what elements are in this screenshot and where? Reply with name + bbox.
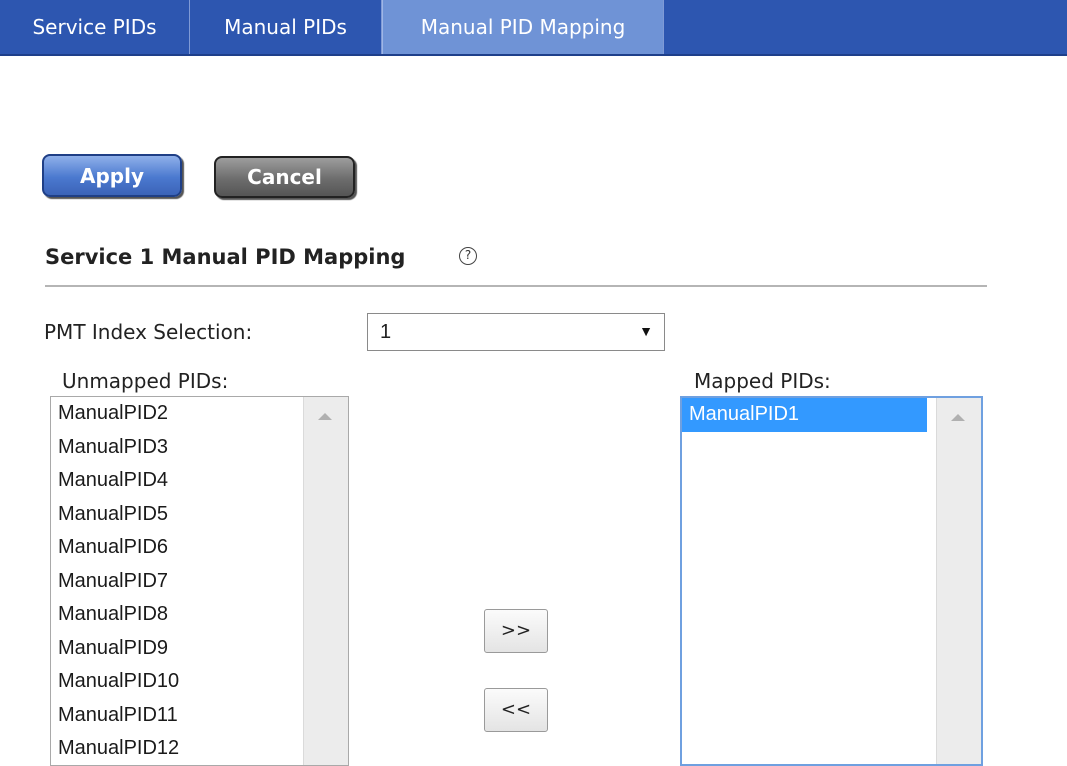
- list-item[interactable]: ManualPID9: [51, 632, 304, 666]
- unmapped-scrollbar[interactable]: [303, 397, 348, 765]
- cancel-button[interactable]: Cancel: [214, 156, 355, 198]
- section-title: Service 1 Manual PID Mapping: [45, 245, 406, 269]
- unmapped-pids-list[interactable]: ManualPID2 ManualPID3 ManualPID4 ManualP…: [50, 396, 349, 766]
- mapped-pids-list[interactable]: ManualPID1: [680, 396, 983, 766]
- pmt-index-label: PMT Index Selection:: [44, 320, 253, 344]
- list-item[interactable]: ManualPID10: [51, 665, 304, 699]
- list-item[interactable]: ManualPID8: [51, 598, 304, 632]
- list-item[interactable]: ManualPID12: [51, 732, 304, 765]
- list-item[interactable]: ManualPID5: [51, 498, 304, 532]
- move-right-button[interactable]: >>: [484, 609, 548, 653]
- list-item[interactable]: ManualPID2: [51, 397, 304, 431]
- mapped-pids-label: Mapped PIDs:: [694, 369, 831, 393]
- list-item[interactable]: ManualPID11: [51, 699, 304, 733]
- list-item[interactable]: ManualPID6: [51, 531, 304, 565]
- tab-manual-pids[interactable]: Manual PIDs: [190, 0, 382, 54]
- unmapped-pids-label: Unmapped PIDs:: [62, 369, 229, 393]
- list-item[interactable]: ManualPID1: [682, 398, 927, 432]
- list-item[interactable]: ManualPID7: [51, 565, 304, 599]
- pmt-index-select[interactable]: 1 ▼: [367, 313, 665, 351]
- section-divider: [45, 285, 987, 287]
- pmt-index-value: 1: [380, 321, 392, 343]
- dropdown-arrow-icon: ▼: [639, 323, 653, 339]
- help-icon[interactable]: ?: [459, 247, 477, 265]
- list-item[interactable]: ManualPID4: [51, 464, 304, 498]
- tab-manual-pid-mapping[interactable]: Manual PID Mapping: [382, 0, 664, 54]
- tab-service-pids[interactable]: Service PIDs: [0, 0, 190, 54]
- mapped-scrollbar[interactable]: [936, 398, 981, 764]
- apply-button[interactable]: Apply: [42, 154, 182, 197]
- move-left-button[interactable]: <<: [484, 688, 548, 732]
- scroll-up-arrow-icon[interactable]: [951, 414, 965, 421]
- list-item[interactable]: ManualPID3: [51, 431, 304, 465]
- tab-bar: Service PIDs Manual PIDs Manual PID Mapp…: [0, 0, 1067, 56]
- scroll-up-arrow-icon[interactable]: [318, 413, 332, 420]
